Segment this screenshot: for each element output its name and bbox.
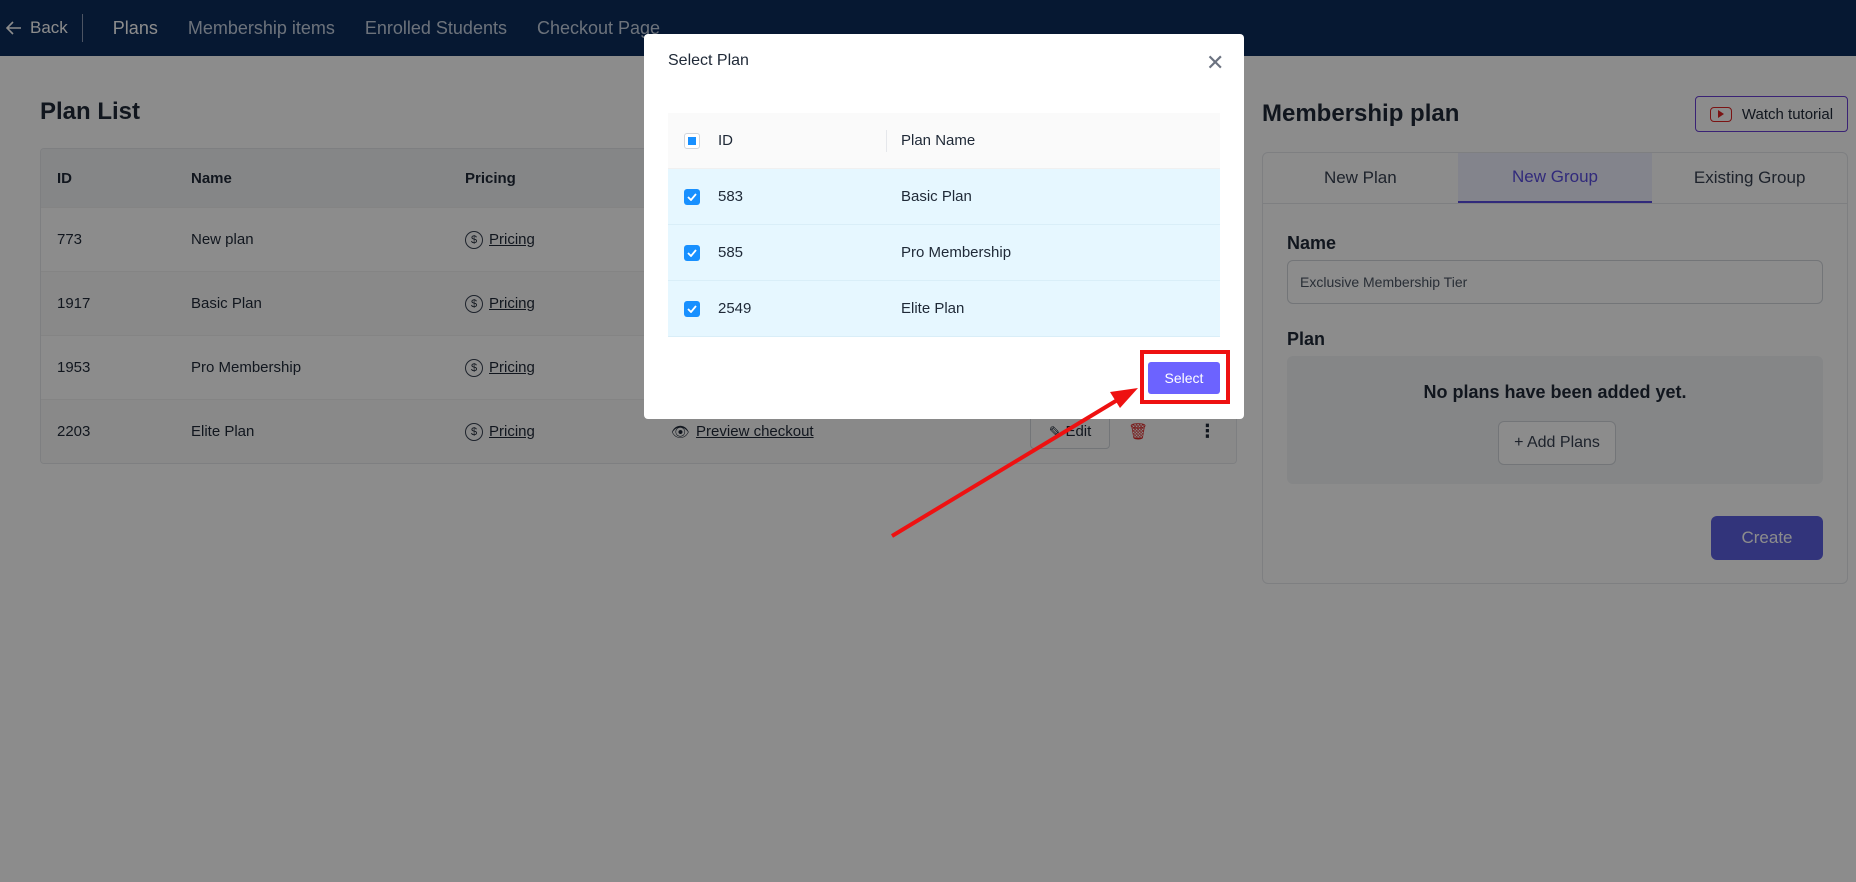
annotation-arrow bbox=[890, 388, 1138, 538]
